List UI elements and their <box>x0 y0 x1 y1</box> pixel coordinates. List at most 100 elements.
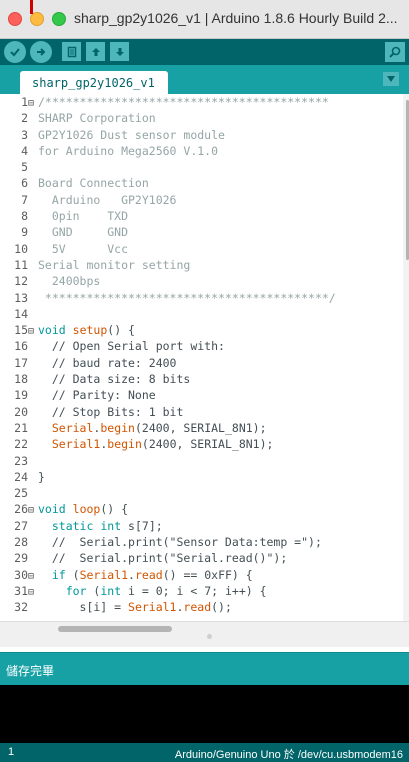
code-line[interactable]: 24 } <box>0 469 403 485</box>
code-line[interactable]: 6 Board Connection <box>0 175 403 191</box>
line-number: 32 <box>14 600 28 615</box>
code-line[interactable]: 31⊟ for (int i = 0; i < 7; i++) { <box>0 583 403 599</box>
upload-icon <box>37 48 46 56</box>
code-line[interactable]: 2 SHARP Corporation <box>0 110 403 126</box>
code-line[interactable]: 4 for Arduino Mega2560 V.1.0 <box>0 143 403 159</box>
code-token: static <box>51 518 94 533</box>
code-token: loop <box>72 502 101 517</box>
code-editor[interactable]: 1⊟/*************************************… <box>0 94 403 621</box>
tab-menu-button[interactable] <box>383 72 399 86</box>
code-token: SHARP Corporation <box>38 111 156 126</box>
code-line[interactable]: 25 <box>0 485 403 501</box>
line-number: 24 <box>14 469 28 484</box>
footer-bar: 1 Arduino/Genuino Uno 於 /dev/cu.usbmodem… <box>0 743 409 762</box>
code-line[interactable]: 5 <box>0 159 403 175</box>
code-token: begin <box>107 437 142 452</box>
toolbar <box>0 39 409 65</box>
upload-button[interactable] <box>30 41 52 63</box>
code-token: () { <box>100 502 129 517</box>
serial-monitor-icon <box>389 46 401 58</box>
code-line[interactable]: 13 *************************************… <box>0 290 403 306</box>
code-line[interactable]: 23 <box>0 453 403 469</box>
open-sketch-button[interactable] <box>86 42 105 61</box>
code-token: } <box>38 469 45 484</box>
code-line[interactable]: 28 // Serial.print("Sensor Data:temp =")… <box>0 534 403 550</box>
code-line[interactable]: 18 // Data size: 8 bits <box>0 371 403 387</box>
code-line[interactable]: 15⊟ void setup() { <box>0 322 403 338</box>
status-message: 儲存完畢 <box>6 664 55 678</box>
line-number: 25 <box>14 486 28 501</box>
tab-sketch[interactable]: sharp_gp2y1026_v1 <box>20 71 168 94</box>
close-window-button[interactable] <box>8 12 22 26</box>
code-line[interactable]: 8 0pin TXD <box>0 208 403 224</box>
code-line[interactable]: 30⊟ if (Serial1.read() == 0xFF) { <box>0 567 403 583</box>
code-token: 5V Vcc <box>38 241 129 256</box>
minimize-window-button[interactable] <box>30 12 44 26</box>
code-token: Serial1 <box>128 600 177 615</box>
line-number: 7 <box>21 192 28 207</box>
line-number: 18 <box>14 372 28 387</box>
serial-monitor-button[interactable] <box>385 42 405 62</box>
code-line[interactable]: 7 Arduino GP2Y1026 <box>0 192 403 208</box>
code-line[interactable]: 27 static int s[7]; <box>0 518 403 534</box>
code-token: // Serial.print("Sensor Data:temp ="); <box>38 535 322 550</box>
new-icon <box>67 46 76 57</box>
verify-icon <box>10 48 20 57</box>
code-line[interactable]: 19 // Parity: None <box>0 387 403 403</box>
code-token: 0pin TXD <box>38 209 129 224</box>
code-token: s[7]; <box>121 518 163 533</box>
verify-button[interactable] <box>4 41 26 63</box>
code-token: // Data size: 8 bits <box>38 372 191 387</box>
code-line[interactable]: 12 2400bps <box>0 273 403 289</box>
line-number: 30 <box>14 567 28 582</box>
code-line[interactable]: 1⊟/*************************************… <box>0 94 403 110</box>
code-token: read <box>134 567 163 582</box>
code-token: ( <box>86 583 101 598</box>
code-token: ( <box>65 567 80 582</box>
new-sketch-button[interactable] <box>62 42 81 61</box>
code-token: (2400, SERIAL_8N1); <box>141 437 274 452</box>
code-line[interactable]: 3 GP2Y1026 Dust sensor module <box>0 127 403 143</box>
code-line[interactable]: 21 Serial.begin(2400, SERIAL_8N1); <box>0 420 403 436</box>
code-token: ****************************************… <box>38 290 336 305</box>
horizontal-scrollbar[interactable] <box>0 621 409 647</box>
code-token: () { <box>107 323 135 338</box>
code-line[interactable]: 17 // baud rate: 2400 <box>0 355 403 371</box>
console-output[interactable] <box>0 685 409 743</box>
code-token: 2400bps <box>38 274 101 289</box>
code-line[interactable]: 11 Serial monitor setting <box>0 257 403 273</box>
code-token: . <box>128 567 135 582</box>
line-number: 17 <box>14 355 28 370</box>
maximize-window-button[interactable] <box>52 12 66 26</box>
line-number: 12 <box>14 274 28 289</box>
code-line[interactable]: 16 // Open Serial port with: <box>0 338 403 354</box>
code-token: int <box>100 583 122 598</box>
code-line[interactable]: 9 GND GND <box>0 224 403 240</box>
line-number: 6 <box>21 176 28 191</box>
code-line[interactable]: 22 Serial1.begin(2400, SERIAL_8N1); <box>0 436 403 452</box>
code-line[interactable]: 14 <box>0 306 403 322</box>
window-title: sharp_gp2y1026_v1 | Arduino 1.8.6 Hourly… <box>74 10 398 26</box>
cursor-line-number: 1 <box>8 746 15 758</box>
code-line[interactable]: 32 s[i] = Serial1.read(); <box>0 599 403 615</box>
panel-resize-handle[interactable] <box>207 634 212 639</box>
code-token: Serial monitor setting <box>38 257 191 272</box>
code-line[interactable]: 20 // Stop Bits: 1 bit <box>0 404 403 420</box>
code-token: for <box>65 583 87 598</box>
save-icon <box>115 47 124 56</box>
code-token: Serial <box>51 420 94 435</box>
tab-bar: sharp_gp2y1026_v1 <box>0 65 409 94</box>
code-line[interactable]: 10 5V Vcc <box>0 241 403 257</box>
code-line[interactable]: 29 // Serial.print("Serial.read()"); <box>0 550 403 566</box>
board-port-info: Arduino/Genuino Uno 於 /dev/cu.usbmodem16 <box>174 749 403 761</box>
code-token: void <box>38 502 66 517</box>
line-number: 27 <box>14 518 28 533</box>
code-line[interactable]: 26⊟ void loop() { <box>0 501 403 517</box>
save-sketch-button[interactable] <box>110 42 129 61</box>
code-token: // Open Serial port with: <box>38 339 225 354</box>
horizontal-scroll-thumb[interactable] <box>58 626 172 632</box>
line-number: 15 <box>14 323 28 338</box>
